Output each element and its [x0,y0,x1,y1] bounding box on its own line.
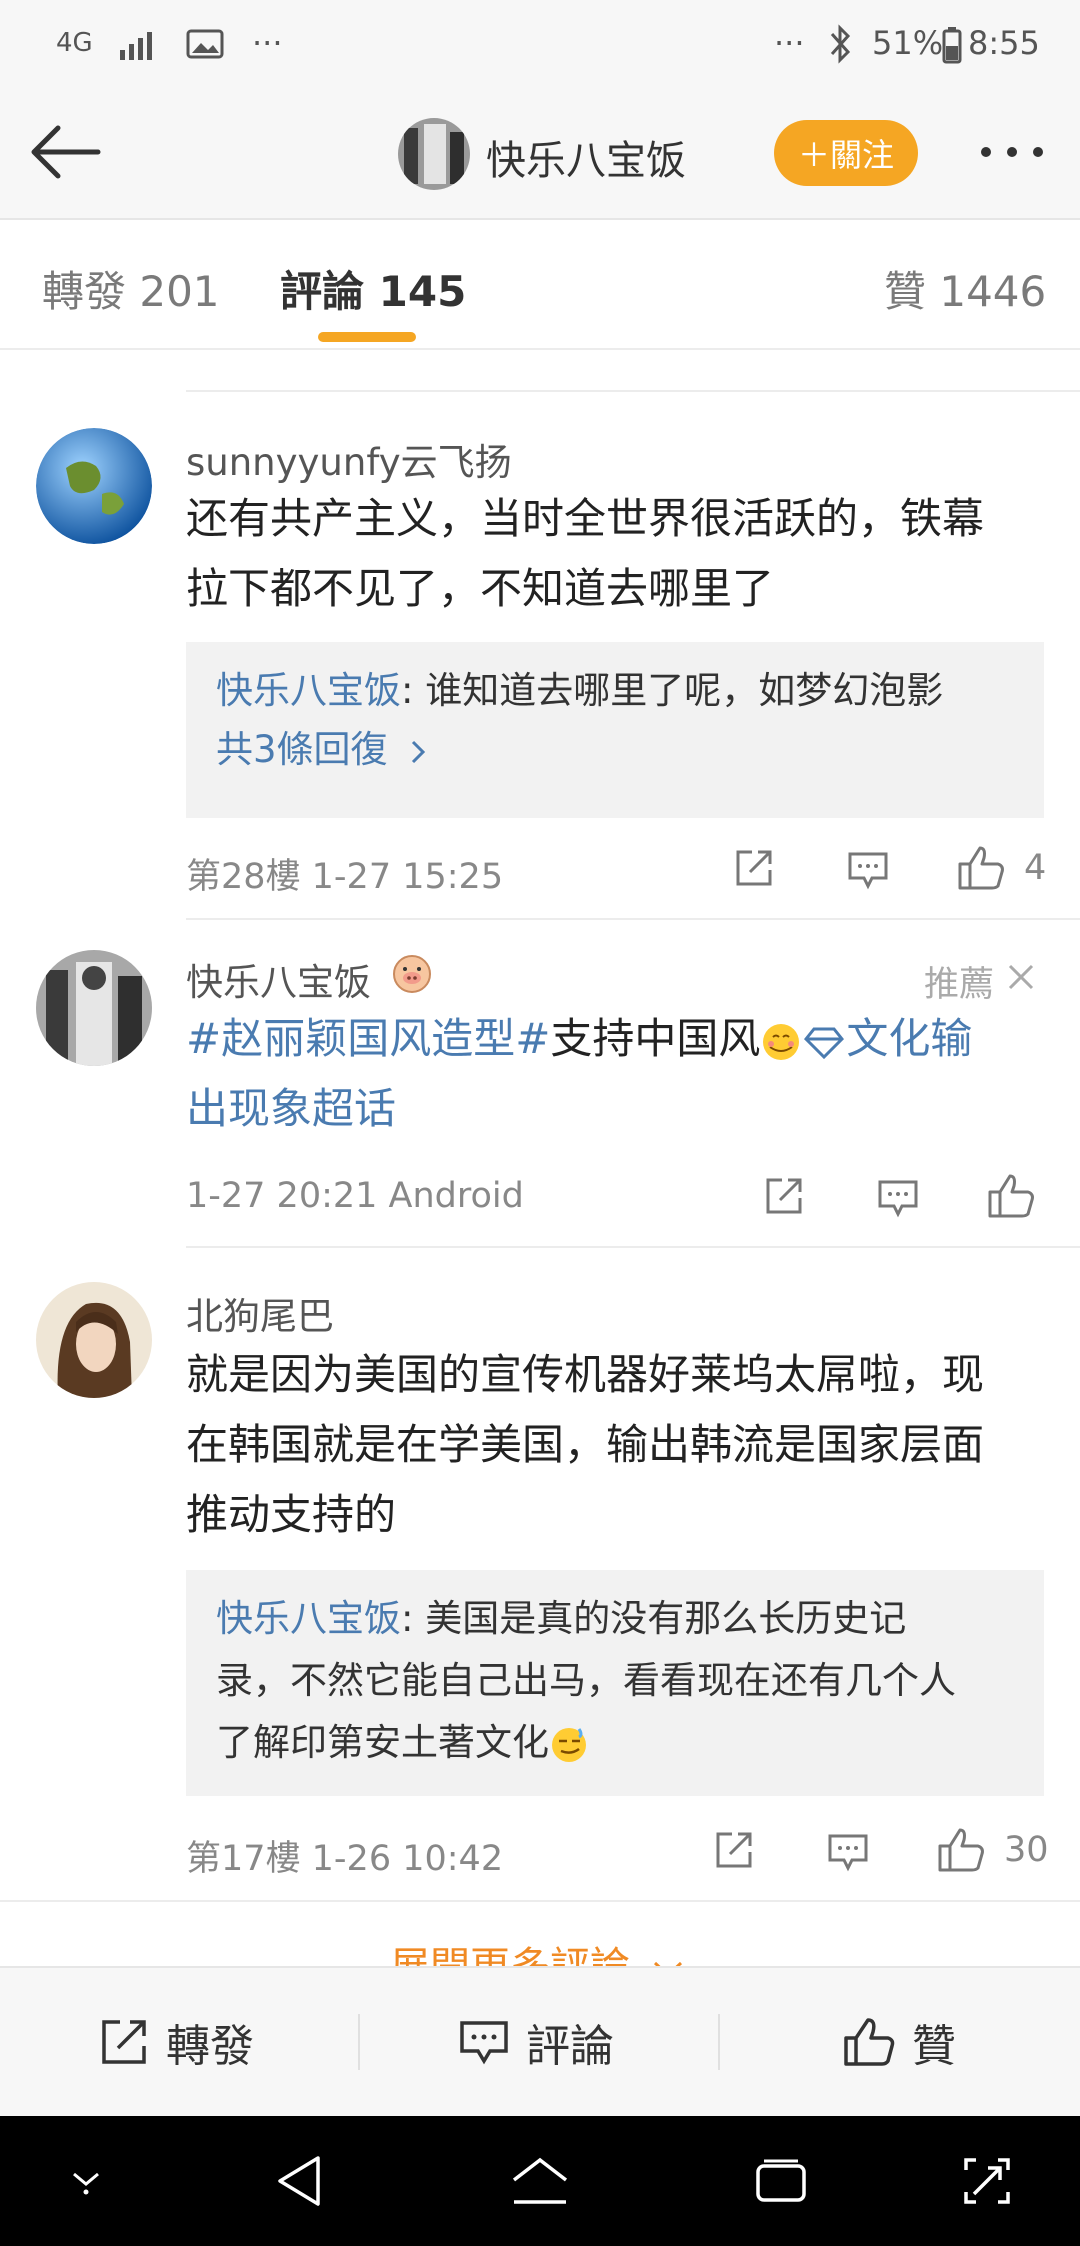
chevron-right-icon [412,740,426,763]
reply-preview[interactable]: 快乐八宝饭: 谁知道去哪里了呢，如梦幻泡影 共3條回復 [186,642,1044,818]
comment-text: 还有共产主义，当时全世界很活跃的，铁幕 拉下都不见了，不知道去哪里了 [186,484,984,624]
like-icon[interactable] [986,1172,1036,1220]
supertopic-link[interactable]: 文化输 [846,1014,972,1063]
author-avatar[interactable] [398,118,470,190]
bluetooth-icon [830,24,851,64]
commenter-username[interactable]: sunnyyunfy云飞扬 [186,432,512,486]
like-count: 4 [1024,848,1047,888]
smirk-emoji-icon [552,1727,586,1762]
share-icon[interactable] [732,846,776,890]
comment-meta: 第17樓 1-26 10:42 [186,1839,504,1879]
toolbar-separator [358,2014,360,2070]
comment-icon[interactable] [876,1178,920,1218]
tab-comments[interactable]: 評論 145 [280,258,466,319]
comment-button[interactable]: 評論 [458,2012,614,2072]
status-more: ··· [774,24,805,62]
repost-label: 轉發 [166,2021,254,2072]
comment-text: 就是因为美国的宣传机器好莱坞太屌啦，现 在韩国就是在学美国，输出韩流是国家层面 … [186,1340,984,1550]
nav-bar: 快乐八宝饭 ＋關注 [0,90,1080,220]
close-icon[interactable] [1006,962,1036,992]
comment-line: 拉下都不见了，不知道去哪里了 [186,564,775,613]
comment-fragment: 支持中国风 [550,1014,761,1063]
header-title: 快乐八宝饭 [486,138,686,184]
pig-emoji-icon [393,955,431,993]
toolbar-separator [718,2014,720,2070]
repost-button[interactable]: 轉發 [98,2012,254,2072]
commenter-username[interactable]: 快乐八宝饭 [186,952,371,1006]
reply-text: : 美国是真的没有那么长历史记 [401,1597,907,1640]
like-icon[interactable] [956,844,1006,892]
comment-icon[interactable] [846,850,890,890]
expand-more-link[interactable]: 展開更多評論 [390,1934,685,1966]
comment-meta: 1-27 20:21 Android [186,1176,524,1216]
comment-icon[interactable] [826,1832,870,1872]
divider [186,390,1080,392]
share-icon[interactable] [712,1828,756,1872]
commenter-username[interactable]: 北狗尾巴 [186,1286,334,1340]
screen-rotate-icon[interactable] [962,2156,1012,2206]
status-bar: 4G ··· ··· 51% 8:55 [0,0,1080,90]
like-icon [844,2018,895,2066]
commenter-avatar[interactable] [36,950,152,1066]
notification-more: ··· [252,24,283,62]
reply-preview[interactable]: 快乐八宝饭: 美国是真的没有那么长历史记 录，不然它能自己出马，看看现在还有几个… [186,1570,1044,1796]
expand-more-container: 展開更多評論 [0,1902,1080,1966]
blush-emoji-icon [763,1023,800,1060]
active-tab-indicator [318,332,416,342]
reply-line: 快乐八宝饭: 美国是真的没有那么长历史记 [216,1588,1014,1650]
like-count: 30 [1004,1830,1049,1870]
clock: 8:55 [968,24,1040,62]
comment-label: 評論 [526,2021,614,2072]
commenter-avatar[interactable] [36,1282,152,1398]
reply-username[interactable]: 快乐八宝饭 [216,1597,401,1640]
like-icon[interactable] [936,1826,986,1874]
expand-more-label: 展開更多評論 [390,1944,630,1966]
comment-meta: 第28樓 1-27 15:25 [186,857,504,897]
reply-text: 了解印第安土著文化 [216,1721,549,1764]
bottom-toolbar: 轉發 評論 贊 [0,1966,1080,2116]
divider [186,1246,1080,1248]
more-options-icon[interactable] [978,144,1050,160]
network-indicator: 4G [56,28,93,58]
comment-text: #赵丽颖国风造型#支持中国风 文化输 出现象超话 [186,1004,1066,1144]
battery-percent: 51% [872,24,944,62]
comment-line: 在韩国就是在学美国，输出韩流是国家层面 [186,1420,985,1469]
like-label: 贊 [912,2021,956,2072]
supertopic-link-continued[interactable]: 出现象超话 [186,1074,1066,1144]
comment-icon [460,2021,508,2065]
tab-repost[interactable]: 轉發 201 [42,258,220,319]
home-nav-icon[interactable] [510,2156,570,2206]
more-replies-link[interactable]: 共3條回復 [216,718,1014,782]
battery-icon [942,27,962,64]
commenter-avatar[interactable] [36,428,152,544]
repost-icon [102,2020,146,2064]
more-replies-label: 共3條回復 [216,728,388,771]
back-arrow-icon[interactable] [28,122,104,182]
divider [186,918,1080,920]
reply-line: 了解印第安土著文化 [216,1712,1014,1774]
tab-likes[interactable]: 贊 1446 [884,258,1046,319]
share-icon[interactable] [762,1174,806,1218]
comment-line: 推动支持的 [186,1490,397,1539]
supertopic-icon [804,1027,845,1059]
chevron-down-icon [653,1961,682,1966]
signal-icon [120,32,152,60]
comment-line: #赵丽颖国风造型#支持中国风 文化输 [186,1004,1066,1074]
like-button[interactable]: 贊 [842,2012,956,2072]
back-nav-icon[interactable] [274,2154,324,2208]
image-icon [186,29,224,59]
reply-text: 录，不然它能自己出马，看看现在还有几个人 [216,1659,956,1702]
comment-line: 就是因为美国的宣传机器好莱坞太屌啦，现 [186,1350,985,1399]
hide-keyboard-icon[interactable] [64,2166,108,2196]
recent-apps-icon[interactable] [754,2158,808,2204]
recommend-label: 推薦 [924,965,995,1005]
follow-button[interactable]: ＋關注 [774,120,918,186]
reply-line: 快乐八宝饭: 谁知道去哪里了呢，如梦幻泡影 [216,664,1014,718]
reply-username[interactable]: 快乐八宝饭 [216,669,401,712]
topic-link[interactable]: #赵丽颖国风造型# [186,1014,550,1063]
tab-bar: 轉發 201 評論 145 贊 1446 [0,220,1080,350]
comment-line: 还有共产主义，当时全世界很活跃的，铁幕 [186,494,985,543]
system-navigation-bar [0,2116,1080,2246]
reply-text: : 谁知道去哪里了呢，如梦幻泡影 [401,669,944,712]
